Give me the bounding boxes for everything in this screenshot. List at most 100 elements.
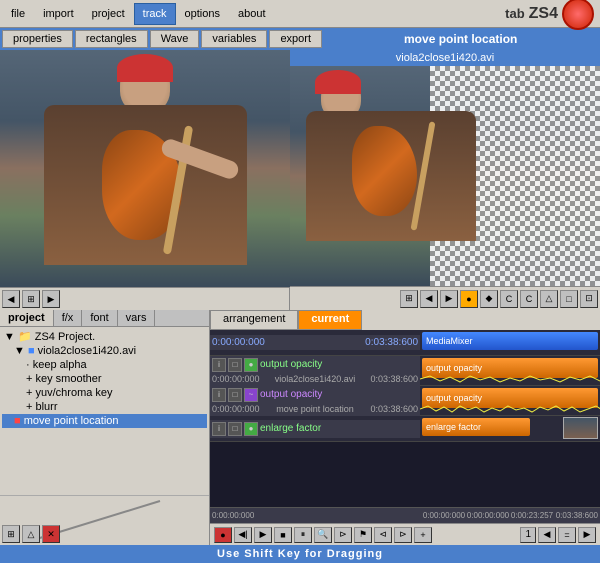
enlarge-bar[interactable]: enlarge factor [422,418,530,436]
tree-content: ▼ 📁 ZS4 Project. ▼ ■ viola2close1i420.av… [0,327,209,495]
tree-icon-3[interactable]: ✕ [42,525,60,543]
ruler-start: 0:00:00:000 [212,511,422,520]
tree-item-label: move point location [24,415,119,427]
track-btn-sq2[interactable]: □ [228,388,242,402]
tree-icon: + [26,387,32,399]
tree-item-keep-alpha[interactable]: · keep alpha [2,358,207,372]
right-play-btn[interactable]: ▶ [440,290,458,308]
track-btn-dot1[interactable]: ● [244,358,258,372]
grid-btn[interactable]: ⊞ [22,290,40,308]
tree-icon: + [26,373,32,385]
logo-num-text: ZS4 [529,5,558,23]
timeline-panel: arrangement current 0:00:00:000 0:03:38:… [210,310,600,545]
transport-stop[interactable]: ■ [274,527,292,543]
right-video-panel: viola2close1i420.avi ⊞ ◀ ▶ ● ◆ C C △ □ [290,50,600,310]
tree-item-label: yuv/chroma key [36,387,113,399]
transport-add[interactable]: + [414,527,432,543]
tree-tab-fx[interactable]: f/x [54,310,83,326]
status-bar: Use Shift Key for Dragging [0,545,600,563]
menu-bar: file import project track options about … [0,0,600,28]
track-thumbnail [563,417,598,439]
tab-properties[interactable]: properties [2,30,73,48]
track-btn-sq1[interactable]: □ [228,358,242,372]
right-grid-btn[interactable]: ⊞ [400,290,418,308]
tree-item-avi[interactable]: ▼ ■ viola2close1i420.avi [2,344,207,358]
right-sq-btn[interactable]: □ [560,290,578,308]
menu-track[interactable]: track [134,3,176,25]
tab-bar: properties rectangles Wave variables exp… [0,28,600,50]
transport-next-btn[interactable]: ▶ [578,527,596,543]
track-enlarge: i □ ● enlarge factor enlarge factor [210,416,600,442]
transport-prev-btn[interactable]: ◀ [538,527,556,543]
track-header-mediamixer: 0:00:00:000 0:03:38:600 [210,335,420,350]
waveform-svg1 [420,375,600,383]
transport-prev-mark[interactable]: ⊲ [374,527,392,543]
tree-item-label: key smoother [36,373,102,385]
tree-tab-project[interactable]: project [0,310,54,326]
track-content-mediamixer[interactable]: MediaMixer [420,330,600,355]
menu-project[interactable]: project [83,3,134,25]
transport-rew[interactable]: ◀| [234,527,252,543]
track-content-opacity1[interactable]: output opacity [420,356,600,385]
transport-record[interactable]: ● [214,527,232,543]
menu-about[interactable]: about [229,3,275,25]
menu-options[interactable]: options [176,3,229,25]
track-btn-wave2[interactable]: ~ [244,388,258,402]
menu-file[interactable]: file [2,3,34,25]
tab-export[interactable]: export [269,30,322,48]
track-header-enlarge: i □ ● enlarge factor [210,420,420,438]
next-frame-btn[interactable]: ▶ [42,290,60,308]
tree-item-blurr[interactable]: + blurr [2,400,207,414]
track-btn-i1[interactable]: i [212,358,226,372]
logo-circle [562,0,594,30]
menu-import[interactable]: import [34,3,83,25]
tree-icon-1[interactable]: ⊞ [2,525,20,543]
transport-eq-btn[interactable]: = [558,527,576,543]
tree-item-key-smoother[interactable]: + key smoother [2,372,207,386]
tab-wave[interactable]: Wave [150,30,200,48]
tl-tab-current[interactable]: current [298,310,362,330]
track-btn-sq3[interactable]: □ [228,422,242,436]
tree-tab-font[interactable]: font [82,310,117,326]
tree-item-move-point[interactable]: ■ move point location [2,414,207,428]
track-opacity1-sub: viola2close1i420.avi [275,374,356,384]
tree-icon-2[interactable]: △ [22,525,40,543]
track-btn-i3[interactable]: i [212,422,226,436]
right-end-btn[interactable]: ⊡ [580,290,598,308]
transport-zoom-in[interactable]: 🔍 [314,527,332,543]
track-content-opacity2[interactable]: output opacity [420,386,600,415]
right-circle-btn[interactable]: ● [460,290,478,308]
tab-variables[interactable]: variables [201,30,267,48]
tree-icon: + [26,401,32,413]
track-header-opacity2: i □ ~ output opacity 0:00:00:000 move po… [210,386,420,416]
right-video-title: viola2close1i420.avi [290,50,600,66]
mediamixer-label: MediaMixer [426,336,473,346]
enlarge-bar-label: enlarge factor [426,422,481,432]
track-content-enlarge[interactable]: enlarge factor [420,416,600,441]
right-tri-btn[interactable]: △ [540,290,558,308]
transport-mark-in[interactable]: ⊳ [334,527,352,543]
tree-item-root[interactable]: ▼ 📁 ZS4 Project. [2,329,207,344]
right-c2-btn[interactable]: C [520,290,538,308]
prev-frame-btn[interactable]: ◀ [2,290,20,308]
track-opacity1-label: output opacity [260,359,322,370]
right-prev-btn[interactable]: ◀ [420,290,438,308]
track-opacity2-time-end: 0:03:38:600 [370,404,418,414]
right-video-controls: ⊞ ◀ ▶ ● ◆ C C △ □ ⊡ [290,286,600,310]
tree-tab-bar: project f/x font vars [0,310,209,327]
transport-play[interactable]: ▶ [254,527,272,543]
tree-item-chroma[interactable]: + yuv/chroma key [2,386,207,400]
right-diamond-btn[interactable]: ◆ [480,290,498,308]
tree-item-label: viola2close1i420.avi [38,345,136,357]
transport-next-mark[interactable]: ⊳ [394,527,412,543]
mediamixer-bar[interactable]: MediaMixer [422,332,598,350]
track-btn-dot3[interactable]: ● [244,422,258,436]
ruler-mid2: 0:00:00:000 [466,511,510,520]
tree-tab-vars[interactable]: vars [118,310,156,326]
track-btn-i2[interactable]: i [212,388,226,402]
tl-tab-arrangement[interactable]: arrangement [210,310,298,330]
right-c1-btn[interactable]: C [500,290,518,308]
transport-mark-out[interactable]: ⚑ [354,527,372,543]
tab-rectangles[interactable]: rectangles [75,30,148,48]
transport-pause[interactable]: ⏸ [294,527,312,543]
